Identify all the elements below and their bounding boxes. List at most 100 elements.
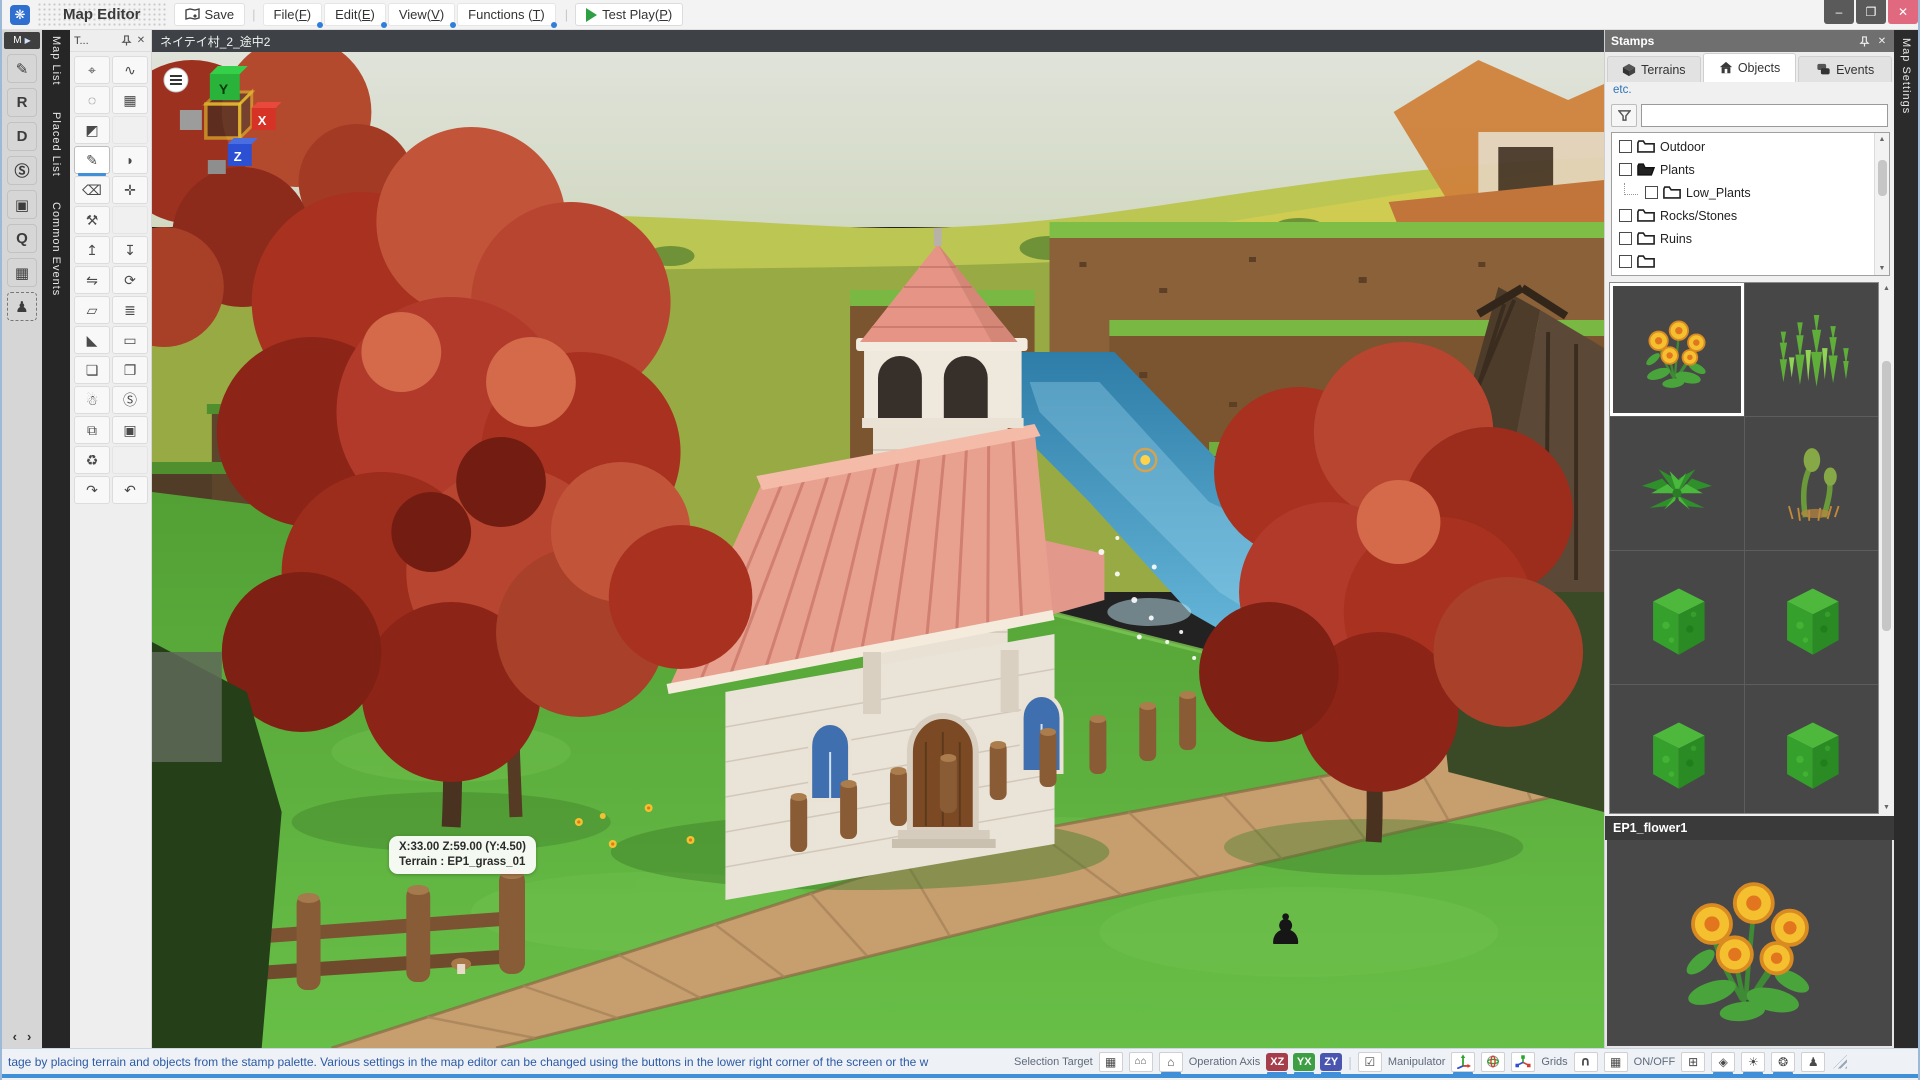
tool-shovel-button[interactable]: ⚒: [74, 206, 110, 234]
tree-item-partial[interactable]: [1612, 250, 1874, 273]
gem-toggle-button[interactable]: ◈: [1711, 1052, 1735, 1072]
resize-grip[interactable]: [1833, 1055, 1847, 1069]
tab-map-settings[interactable]: Map Settings: [1900, 38, 1912, 114]
select-terrain-button[interactable]: ▦: [1099, 1052, 1123, 1072]
tool-paste-button[interactable]: ▣: [112, 416, 148, 444]
tool-ramp-button[interactable]: ◣: [74, 326, 110, 354]
system-button[interactable]: Ⓢ: [7, 156, 37, 185]
pin-icon[interactable]: [1858, 35, 1870, 47]
tab-terrains[interactable]: Terrains: [1607, 56, 1701, 82]
stamp-thumb-sprout[interactable]: [1745, 417, 1879, 550]
quest-button[interactable]: Q: [7, 224, 37, 253]
tree-item-Plants[interactable]: Plants: [1612, 158, 1874, 181]
character-cursor[interactable]: ♟: [1267, 906, 1305, 953]
tree-checkbox[interactable]: [1619, 140, 1632, 153]
map-tab[interactable]: ネイテイ村_2_途中2: [160, 33, 270, 50]
tree-item-Low_Plants[interactable]: Low_Plants: [1612, 181, 1874, 204]
scroll-down-icon[interactable]: ▼: [1883, 801, 1890, 814]
tool-select-ellipse-button[interactable]: ◌: [74, 86, 110, 114]
stamp-thumb-bush-cube[interactable]: [1610, 685, 1744, 814]
tool-copy-down-button[interactable]: ❏: [74, 356, 110, 384]
scale-tool-button[interactable]: [1511, 1052, 1535, 1072]
scroll-up-icon[interactable]: ▲: [1883, 282, 1890, 295]
tool-fill-button[interactable]: ◗: [112, 146, 148, 174]
package-button[interactable]: ▦: [7, 258, 37, 287]
thumb-scroll-thumb[interactable]: [1882, 361, 1891, 631]
map-edit-button[interactable]: ✎: [7, 54, 37, 83]
tool-rotate-button[interactable]: ⟳: [112, 266, 148, 294]
tool-eraser-button[interactable]: ⌫: [74, 176, 110, 204]
menu-v[interactable]: View(V): [388, 3, 455, 26]
tool-redo-button[interactable]: ↷: [74, 476, 110, 504]
tab-events[interactable]: Events: [1798, 56, 1892, 82]
map-scene[interactable]: ♟ Y X Z: [152, 52, 1604, 1048]
axis-xz-button[interactable]: XZ: [1266, 1053, 1288, 1071]
tool-select-tile-button[interactable]: ▦: [112, 86, 148, 114]
stamp-search-input[interactable]: [1641, 104, 1888, 127]
stamp-thumb-bush-cube[interactable]: [1610, 551, 1744, 684]
thumb-scrollbar[interactable]: ▲ ▼: [1879, 282, 1894, 814]
tree-checkbox[interactable]: [1619, 232, 1632, 245]
tool-special-button[interactable]: Ⓢ: [112, 386, 148, 414]
select-objects-button[interactable]: ⌂⌂: [1129, 1052, 1153, 1072]
nav-next-button[interactable]: ›: [27, 1029, 31, 1044]
resource-button[interactable]: R: [7, 88, 37, 117]
lighting-toggle-button[interactable]: ☀: [1741, 1052, 1765, 1072]
rotate-tool-button[interactable]: [1481, 1052, 1505, 1072]
stamp-thumb-flower[interactable]: [1610, 283, 1744, 416]
palette-close-icon[interactable]: ✕: [135, 35, 147, 47]
grid-toggle-button[interactable]: ▦: [1604, 1052, 1628, 1072]
tool-lower-button[interactable]: ↧: [112, 236, 148, 264]
move-tool-button[interactable]: [1451, 1052, 1475, 1072]
tool-bury-button[interactable]: ☃: [74, 386, 110, 414]
snap-button[interactable]: ∪: [1574, 1052, 1598, 1072]
axis-yx-button[interactable]: YX: [1293, 1053, 1315, 1071]
tool-pen-button[interactable]: ✎: [74, 146, 110, 174]
side-tab-placed-list[interactable]: Placed List: [50, 112, 62, 177]
tool-copy-up-button[interactable]: ❐: [112, 356, 148, 384]
test-play-button[interactable]: Test Play(P): [575, 3, 683, 26]
tool-undo-button[interactable]: ↶: [112, 476, 148, 504]
stamp-thumb-tall-grass[interactable]: [1745, 283, 1879, 416]
tool-select-rect-button[interactable]: ⌖: [74, 56, 110, 84]
viewport-menu-button[interactable]: [164, 68, 188, 92]
nav-prev-button[interactable]: ‹: [13, 1029, 17, 1044]
tree-checkbox[interactable]: [1619, 163, 1632, 176]
tab-objects[interactable]: Objects: [1703, 53, 1797, 82]
tool-picker-button[interactable]: ✛: [112, 176, 148, 204]
menu-f[interactable]: File(F): [263, 3, 323, 26]
tree-scroll-thumb[interactable]: [1878, 160, 1887, 196]
axis-zy-button[interactable]: ZY: [1320, 1053, 1342, 1071]
stamp-thumb-bush-cube[interactable]: [1745, 685, 1879, 814]
save-button[interactable]: Save: [174, 3, 246, 26]
menu-e[interactable]: Edit(E): [324, 3, 386, 26]
tool-copy-button[interactable]: ⧉: [74, 416, 110, 444]
stamps-close-icon[interactable]: ✕: [1876, 35, 1888, 47]
tool-delete-button[interactable]: ♻: [74, 446, 110, 474]
stamp-thumb-bush-cube[interactable]: [1745, 551, 1879, 684]
character-toggle-button[interactable]: ♟: [1801, 1052, 1825, 1072]
close-button[interactable]: ✕: [1888, 0, 1918, 24]
rail-menu-button[interactable]: M ▶: [4, 32, 40, 49]
display-button[interactable]: ▣: [7, 190, 37, 219]
side-tab-map-list[interactable]: Map List: [50, 36, 62, 86]
environment-toggle-button[interactable]: ❂: [1771, 1052, 1795, 1072]
tree-item-Ruins[interactable]: Ruins: [1612, 227, 1874, 250]
tool-raise-button[interactable]: ↥: [74, 236, 110, 264]
etc-link[interactable]: etc.: [1605, 82, 1894, 100]
menu-t[interactable]: Functions (T): [457, 3, 556, 26]
filter-button[interactable]: [1611, 104, 1637, 127]
scroll-up-icon[interactable]: ▲: [1879, 133, 1886, 146]
tool-select-face-button[interactable]: ◩: [74, 116, 110, 144]
select-object-button[interactable]: ⌂: [1159, 1052, 1183, 1072]
snap-cube-button[interactable]: ☑: [1358, 1052, 1382, 1072]
tree-item-Rocks/Stones[interactable]: Rocks/Stones: [1612, 204, 1874, 227]
tree-item-Outdoor[interactable]: Outdoor: [1612, 135, 1874, 158]
scroll-down-icon[interactable]: ▼: [1879, 262, 1886, 275]
window-toggle-button[interactable]: ⊞: [1681, 1052, 1705, 1072]
tool-slab-button[interactable]: ▱: [74, 296, 110, 324]
tool-select-lasso-button[interactable]: ∿: [112, 56, 148, 84]
character-button[interactable]: ♟: [7, 292, 37, 321]
tool-box-button[interactable]: ▭: [112, 326, 148, 354]
tool-mirror-button[interactable]: ⇋: [74, 266, 110, 294]
